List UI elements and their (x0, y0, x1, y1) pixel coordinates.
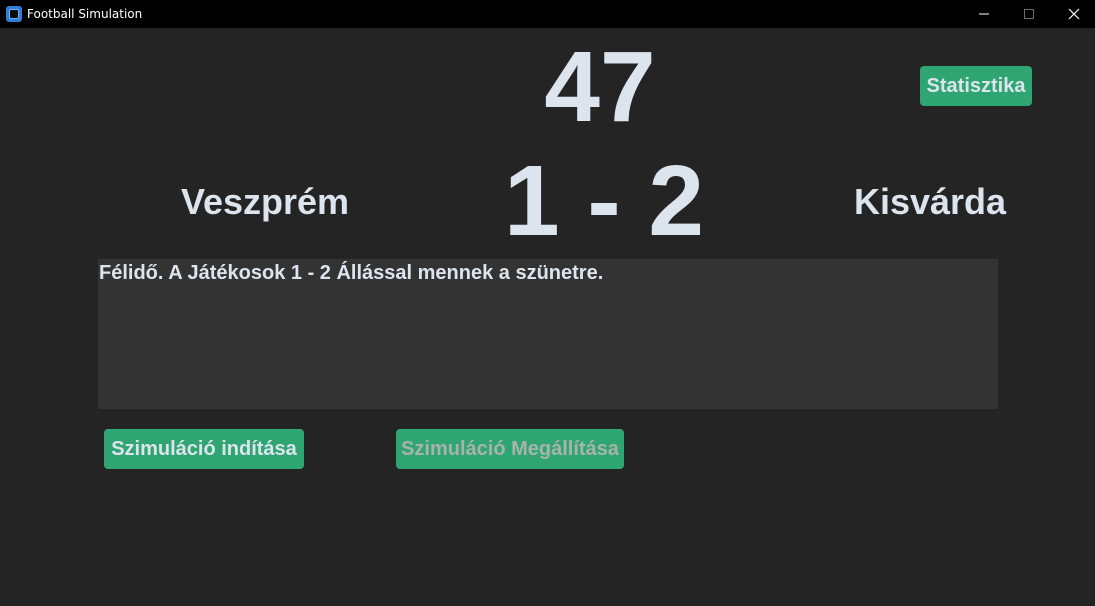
app-window: Football Simulation 47 Statisztika Veszp… (0, 0, 1095, 606)
stop-simulation-button[interactable]: Szimuláció Megállítása (396, 429, 624, 469)
home-team-name: Veszprém (180, 181, 350, 222)
start-simulation-button[interactable]: Szimuláció indítása (104, 429, 304, 469)
title-bar[interactable]: Football Simulation (0, 0, 1095, 28)
commentary-text: Félidő. A Játékosok 1 - 2 Állással menne… (99, 262, 604, 284)
close-button[interactable] (1051, 0, 1095, 28)
app-window-icon (6, 6, 22, 22)
window-title: Football Simulation (27, 7, 143, 21)
statistics-button[interactable]: Statisztika (920, 66, 1032, 106)
match-minute: 47 (544, 31, 656, 143)
match-score: 1 - 2 (503, 145, 705, 257)
close-icon (1068, 8, 1080, 20)
minimize-button[interactable] (961, 0, 1006, 28)
commentary-textbox[interactable]: Félidő. A Játékosok 1 - 2 Állással menne… (98, 259, 998, 409)
minimize-icon (979, 13, 989, 15)
maximize-button[interactable] (1006, 0, 1051, 28)
away-team-name: Kisvárda (853, 181, 1007, 222)
maximize-icon (1024, 9, 1034, 19)
